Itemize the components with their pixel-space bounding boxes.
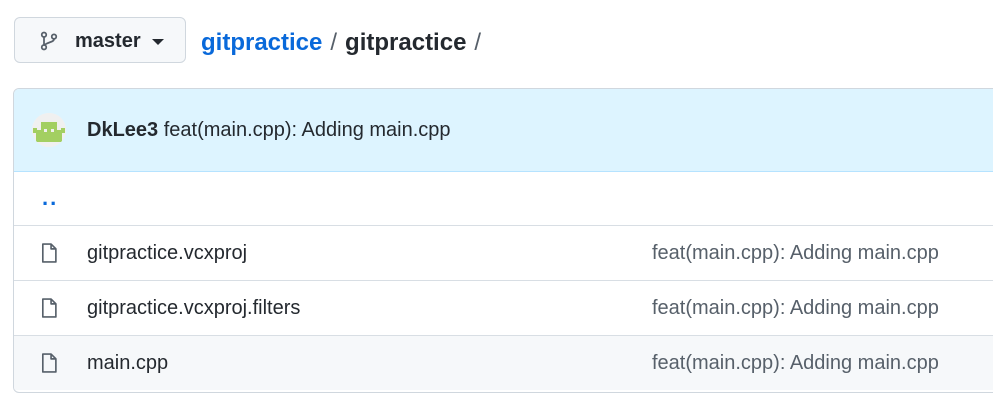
file-icon: [41, 298, 57, 318]
file-commit-message[interactable]: feat(main.cpp): Adding main.cpp: [652, 242, 939, 265]
file-icon: [41, 243, 57, 263]
file-browser: DkLee3 feat(main.cpp): Adding main.cpp .…: [13, 88, 993, 393]
breadcrumb-current: gitpractice: [345, 29, 467, 56]
file-icon: [41, 353, 57, 373]
parent-directory-row[interactable]: ..: [14, 171, 993, 226]
commit-author[interactable]: DkLee3: [87, 119, 158, 141]
file-name[interactable]: gitpractice.vcxproj.filters: [87, 297, 300, 320]
table-row[interactable]: main.cpp feat(main.cpp): Adding main.cpp: [14, 336, 993, 390]
git-branch-icon: [40, 31, 58, 51]
breadcrumb-separator-trailing: /: [474, 29, 482, 56]
parent-directory-link[interactable]: ..: [42, 185, 58, 211]
file-commit-message[interactable]: feat(main.cpp): Adding main.cpp: [652, 297, 939, 320]
repo-header: master gitpractice / gitpractice /: [0, 0, 993, 85]
file-name[interactable]: gitpractice.vcxproj: [87, 242, 247, 265]
chevron-down-icon: [152, 39, 164, 45]
table-row[interactable]: gitpractice.vcxproj feat(main.cpp): Addi…: [14, 226, 993, 281]
breadcrumb: gitpractice / gitpractice /: [201, 29, 489, 57]
breadcrumb-repo-link[interactable]: gitpractice: [201, 29, 322, 57]
file-commit-message[interactable]: feat(main.cpp): Adding main.cpp: [652, 352, 939, 375]
file-name[interactable]: main.cpp: [87, 352, 168, 375]
commit-message[interactable]: feat(main.cpp): Adding main.cpp: [164, 119, 451, 141]
avatar-icon[interactable]: [32, 113, 66, 147]
table-row[interactable]: gitpractice.vcxproj.filters feat(main.cp…: [14, 281, 993, 336]
branch-select-button[interactable]: master: [14, 17, 186, 63]
breadcrumb-separator: /: [330, 29, 338, 56]
branch-name: master: [75, 30, 141, 52]
latest-commit-text: DkLee3 feat(main.cpp): Adding main.cpp: [87, 119, 451, 142]
latest-commit-bar: DkLee3 feat(main.cpp): Adding main.cpp: [14, 89, 993, 172]
